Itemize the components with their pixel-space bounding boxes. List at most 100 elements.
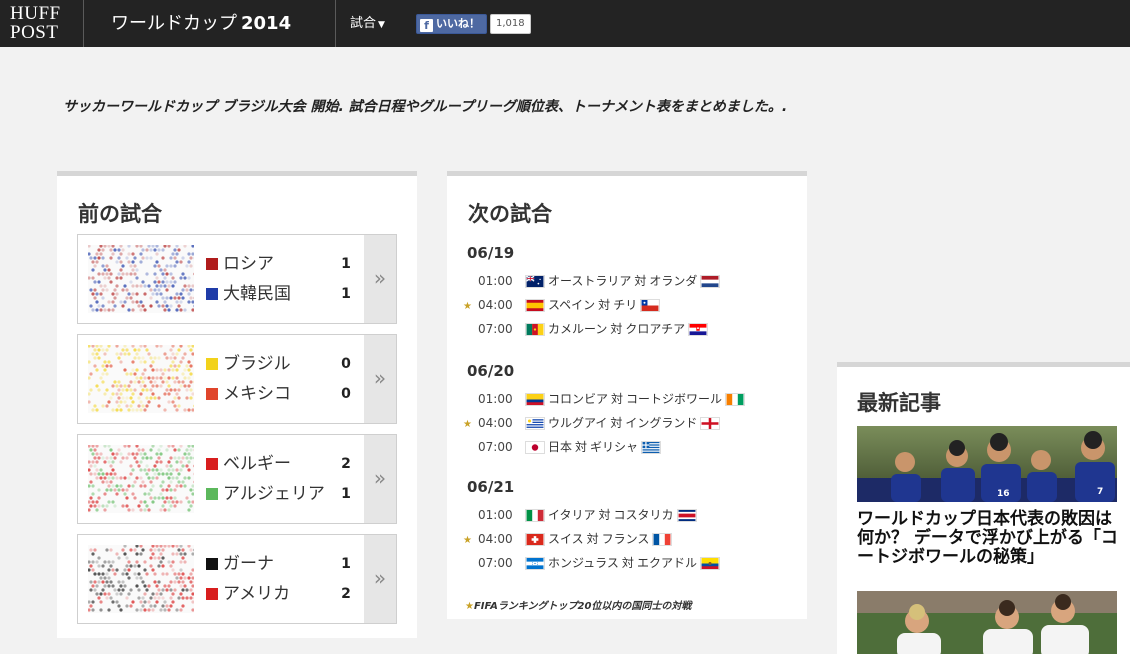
fixture-team-away: ギリシャ	[590, 440, 639, 454]
team-name: 大韓民国	[223, 284, 291, 304]
caret-down-icon: ▼	[378, 20, 385, 30]
fixture-footnote: ★FIFAランキングトップ20位以内の国同士の対戦	[465, 597, 691, 612]
team-score: 1	[341, 486, 351, 502]
previous-match-card[interactable]: ロシア 1 大韓民国 1 »	[77, 234, 397, 324]
article-photo-japan-team[interactable]: 16 7	[857, 426, 1117, 502]
fixture-vs: 対	[598, 508, 611, 522]
section-title[interactable]: ワールドカップ 2014	[84, 0, 336, 47]
team-away: 大韓民国	[206, 284, 291, 304]
fixture-row[interactable]: 07:00 カメルーン対クロアチア	[463, 320, 709, 338]
team-name: ガーナ	[223, 554, 274, 574]
flag-icon	[525, 533, 545, 546]
flag-icon	[652, 533, 673, 546]
fixture-date: 06/21	[467, 478, 515, 496]
logo-line2: POST	[10, 22, 59, 43]
fixture-time: 04:00	[478, 532, 513, 546]
team-color-swatch	[206, 488, 218, 500]
fixture-team-away: コートジボワール	[626, 392, 723, 406]
team-color-swatch	[206, 358, 218, 370]
facebook-like-label: いいね！	[436, 17, 480, 30]
fixture-row[interactable]: 01:00 オーストラリア対オランダ	[463, 272, 721, 290]
team-score: 1	[341, 256, 351, 272]
previous-matches-panel: 前の試合 ロシア 1 大韓民国 1 » ブラジル 0 メキシコ 0 » ベルギー…	[57, 171, 417, 638]
team-color-swatch	[206, 288, 218, 300]
fixture-vs: 対	[621, 556, 634, 570]
fixture-row[interactable]: 01:00 コロンビア対コートジボワール	[463, 390, 746, 408]
team-name: メキシコ	[223, 384, 291, 404]
fixture-time: 04:00	[478, 416, 513, 430]
flag-icon	[525, 417, 545, 430]
team-score: 0	[341, 386, 351, 402]
flag-icon	[688, 323, 709, 336]
fixture-row[interactable]: 07:00 ホンジュラス対エクアドル	[463, 554, 720, 572]
footnote-text: FIFAランキングトップ20位以内の国同士の対戦	[473, 601, 692, 612]
fixture-team-away: クロアチア	[625, 322, 686, 336]
fixture-team-home: ホンジュラス	[548, 556, 619, 570]
match-detail-arrow[interactable]: »	[364, 535, 396, 623]
flag-icon	[725, 393, 746, 406]
team-home: ガーナ	[206, 554, 274, 574]
section-title-year: 2014	[241, 13, 292, 34]
flag-icon	[641, 441, 662, 454]
latest-articles-panel: 最新記事 16 7 ワールドカップ日本代表の敗因は何か？ データで浮かび上がる「コ…	[837, 362, 1130, 654]
team-home: ベルギー	[206, 454, 291, 474]
fixture-row[interactable]: 07:00 日本対ギリシャ	[463, 438, 662, 456]
svg-text:16: 16	[997, 489, 1010, 499]
fixture-row[interactable]: ★ 04:00 スイス対フランス	[463, 530, 673, 548]
previous-match-card[interactable]: ガーナ 1 アメリカ 2 »	[77, 534, 397, 624]
intro-text: サッカーワールドカップ ブラジル大会 開始. 試合日程やグループリーグ順位表、ト…	[63, 99, 788, 115]
team-away: メキシコ	[206, 384, 291, 404]
fixture-team-away: エクアドル	[636, 556, 697, 570]
facebook-icon: f	[420, 19, 433, 32]
logo-line1: HUFF	[10, 3, 61, 24]
fixture-team-home: コロンビア	[548, 392, 609, 406]
huffpost-logo[interactable]: HUFF POST	[0, 0, 84, 47]
flag-icon	[525, 275, 545, 288]
team-name: ベルギー	[223, 454, 291, 474]
section-title-text: ワールドカップ	[111, 13, 237, 34]
fixture-time: 01:00	[478, 508, 513, 522]
fixture-team-away: オランダ	[649, 274, 698, 288]
previous-matches-title: 前の試合	[78, 202, 162, 226]
team-score: 0	[341, 356, 351, 372]
team-name: アメリカ	[223, 584, 291, 604]
team-away: アメリカ	[206, 584, 290, 604]
fixture-date: 06/20	[467, 362, 515, 380]
flag-icon	[700, 417, 721, 430]
previous-match-card[interactable]: ブラジル 0 メキシコ 0 »	[77, 334, 397, 424]
fixture-time: 01:00	[478, 274, 513, 288]
fixture-team-away: フランス	[601, 532, 650, 546]
flag-icon	[525, 323, 545, 336]
fixture-time: 07:00	[478, 556, 513, 570]
article-headline[interactable]: ワールドカップ日本代表の敗因は何か？ データで浮かび上がる「コートジボワールの秘…	[857, 510, 1123, 567]
fixture-vs: 対	[611, 392, 624, 406]
match-heatmap-image	[88, 245, 194, 313]
previous-match-card[interactable]: ベルギー 2 アルジェリア 1 »	[77, 434, 397, 524]
fixture-team-home: オーストラリア	[548, 274, 632, 288]
facebook-like-button[interactable]: f いいね！	[416, 14, 487, 34]
match-detail-arrow[interactable]: »	[364, 335, 396, 423]
match-detail-arrow[interactable]: »	[364, 435, 396, 523]
fixture-team-home: 日本	[548, 440, 573, 454]
fixture-team-home: イタリア	[548, 508, 596, 522]
flag-icon	[525, 299, 545, 312]
star-icon: ★	[463, 301, 472, 312]
flag-icon	[525, 441, 545, 454]
fixture-row[interactable]: ★ 04:00 ウルグアイ対イングランド	[463, 414, 721, 432]
match-detail-arrow[interactable]: »	[364, 235, 396, 323]
next-matches-title: 次の試合	[468, 202, 552, 226]
article-photo-germany-team[interactable]	[857, 591, 1117, 654]
svg-text:7: 7	[1097, 487, 1103, 497]
star-icon: ★	[465, 601, 474, 612]
fixture-row[interactable]: ★ 04:00 スペイン対チリ	[463, 296, 661, 314]
fixture-team-away: チリ	[613, 298, 638, 312]
match-heatmap-image	[88, 545, 194, 613]
star-icon: ★	[463, 419, 472, 430]
flag-icon	[699, 557, 720, 570]
team-color-swatch	[206, 458, 218, 470]
matches-dropdown[interactable]: 試合 ▼	[350, 0, 385, 47]
fixture-row[interactable]: 01:00 イタリア対コスタリカ	[463, 506, 697, 524]
team-name: アルジェリア	[223, 484, 325, 504]
fixture-team-home: ウルグアイ	[548, 416, 608, 430]
flag-icon	[700, 275, 721, 288]
